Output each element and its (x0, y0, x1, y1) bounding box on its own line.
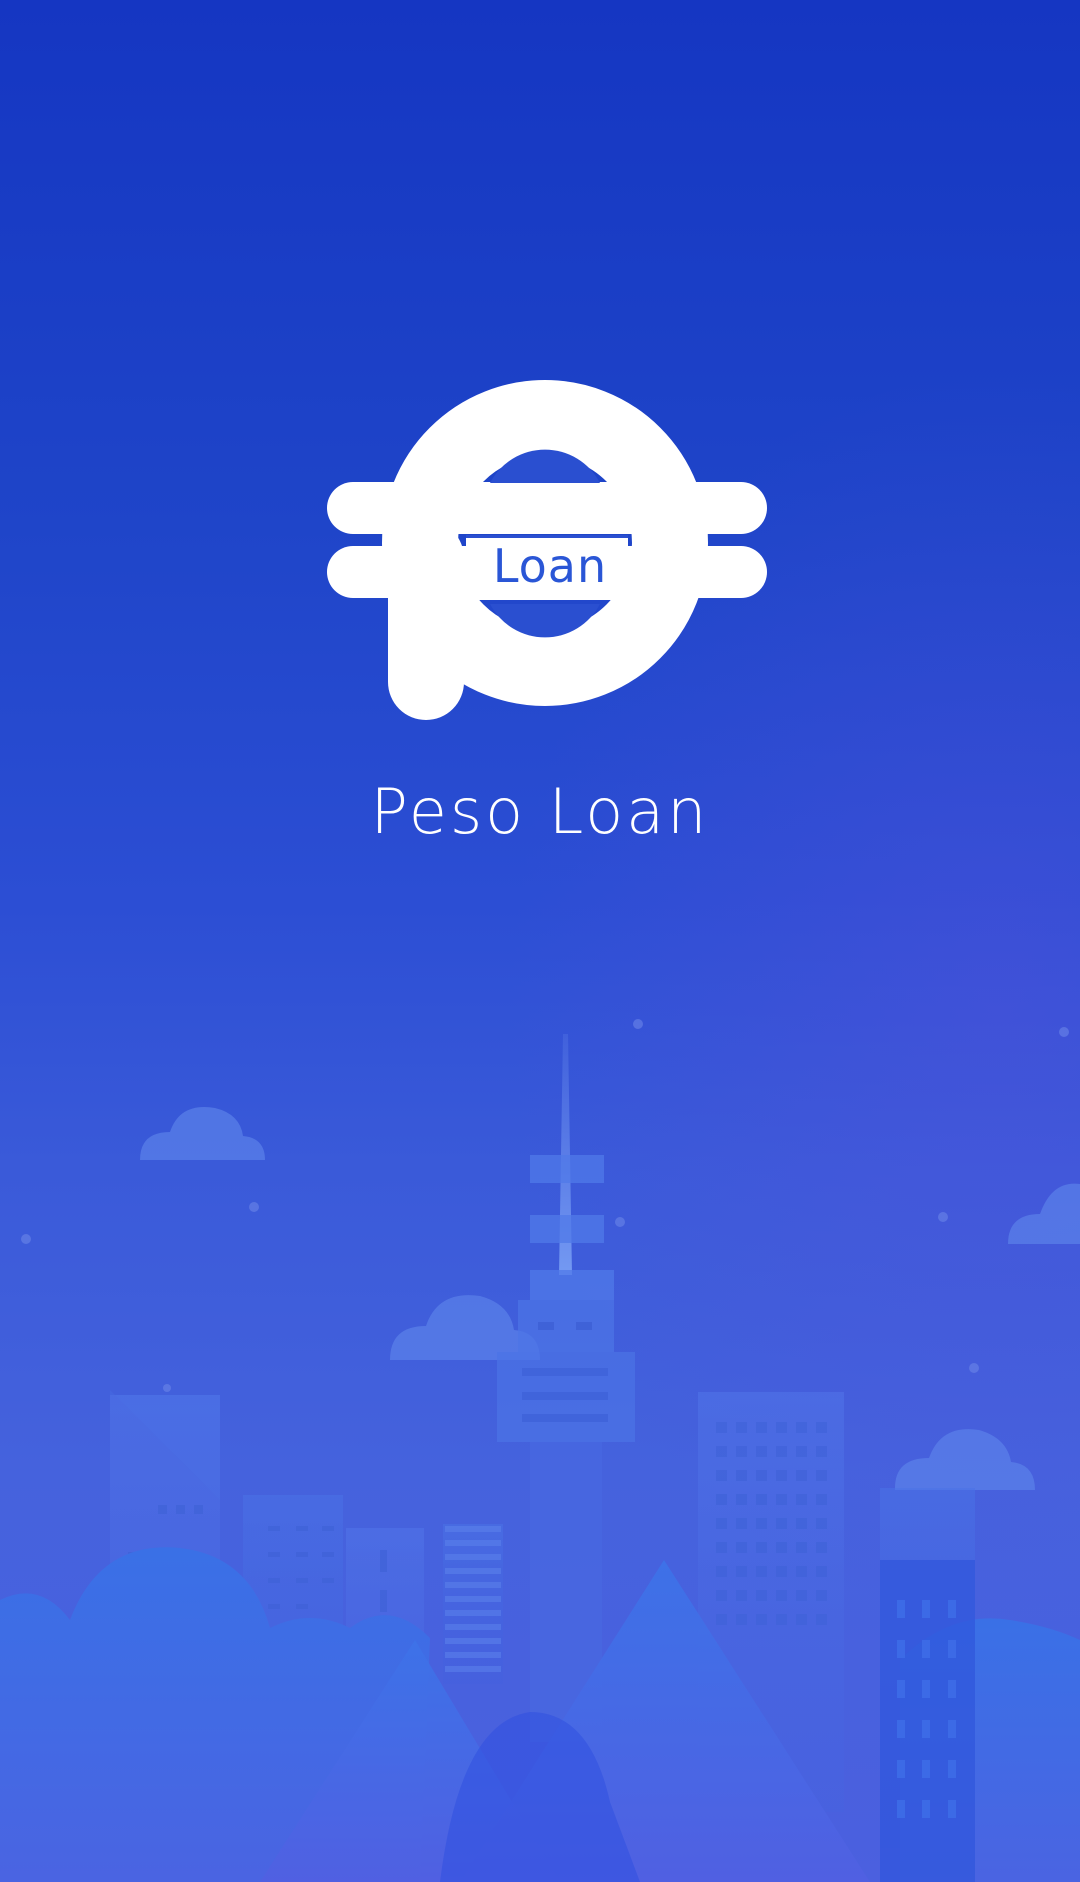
app-logo: Loan (320, 380, 780, 720)
logo-word: Loan (492, 539, 608, 593)
tower (497, 1034, 635, 1742)
city-skyline-icon (0, 1019, 1080, 1882)
city-skyline-illustration (0, 1000, 1080, 1882)
splash-screen: Loan Peso Loan (0, 0, 1080, 1882)
app-title: Peso Loan (370, 775, 710, 848)
